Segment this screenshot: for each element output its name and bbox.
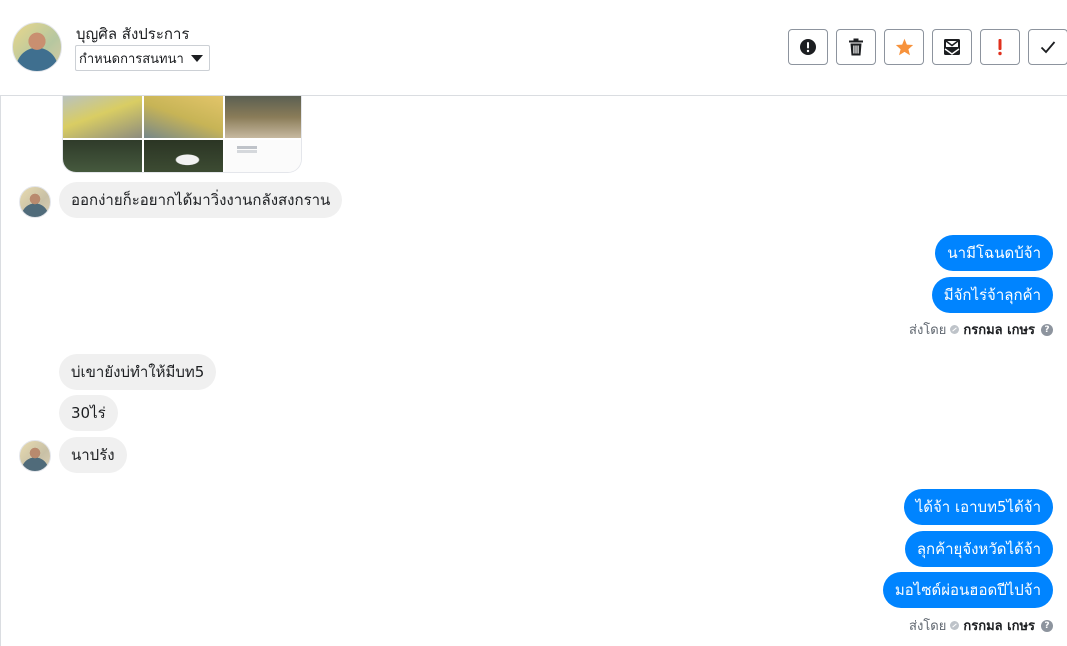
incoming-message[interactable]: 30ไร่ [59, 395, 118, 431]
exclamation-circle-icon [800, 39, 816, 55]
attachment-photo[interactable] [225, 140, 301, 172]
conversation-header: บุญศิล สังประการ กำหนดการสนทนา [0, 0, 1067, 96]
done-button[interactable] [1028, 29, 1067, 65]
image-attachment-grid[interactable] [62, 96, 302, 173]
attachment-photo[interactable] [63, 96, 142, 138]
attachment-photo[interactable] [144, 140, 223, 172]
checkmark-icon [1040, 41, 1056, 54]
assign-conversation-dropdown[interactable]: กำหนดการสนทนา [75, 45, 210, 71]
incoming-message[interactable]: บ่เขายังบ่ทำให้มีบท5 [59, 354, 217, 390]
archive-button[interactable] [932, 29, 972, 65]
agent-status-icon [950, 325, 960, 334]
outgoing-message[interactable]: ได้จ้า เอาบท5ได้จ้า [903, 489, 1053, 525]
exclamation-mark-icon [998, 39, 1002, 56]
outgoing-message[interactable]: มอไซด์ผ่อนฮอดปีไปจ้า [882, 572, 1053, 608]
sent-by-agent[interactable]: กรกมล เกษร [963, 319, 1035, 340]
panel-divider [0, 96, 1, 646]
attachment-photo[interactable] [144, 96, 223, 138]
attachment-photo[interactable] [63, 140, 142, 172]
archive-mail-icon [944, 39, 960, 55]
sent-by-line: ส่งโดย กรกมล เกษร ? [909, 319, 1053, 340]
attachment-photo[interactable] [225, 96, 301, 138]
sent-by-agent[interactable]: กรกมล เกษร [963, 615, 1035, 636]
delete-button[interactable] [836, 29, 876, 65]
sent-by-line: ส่งโดย กรกมล เกษร ? [909, 615, 1053, 636]
star-icon [895, 38, 913, 56]
sent-by-prefix: ส่งโดย [909, 323, 947, 338]
sent-by-prefix: ส่งโดย [909, 619, 947, 634]
trash-icon [849, 38, 863, 56]
incoming-message[interactable]: ออกง่ายก็ะอยากได้มาวิ่งงานกลังสงกราน [59, 182, 343, 218]
star-button[interactable] [884, 29, 924, 65]
incoming-message[interactable]: นาปรัง [59, 437, 127, 473]
assign-conversation-label: กำหนดการสนทนา [79, 51, 184, 67]
outgoing-message[interactable]: นามีโฉนดบ้จ้า [935, 235, 1053, 271]
spam-button[interactable] [788, 29, 828, 65]
agent-status-icon [950, 621, 960, 630]
follow-up-button[interactable] [980, 29, 1020, 65]
outgoing-message[interactable]: มีจักไร่จ้าลุกค้า [931, 277, 1053, 313]
outgoing-message[interactable]: ลุกค้ายุจังหวัดได้จ้า [904, 531, 1053, 567]
contact-name[interactable]: บุญศิล สังประการ [76, 22, 189, 46]
contact-avatar-small[interactable] [19, 186, 51, 218]
help-icon[interactable]: ? [1041, 323, 1053, 336]
help-icon[interactable]: ? [1041, 619, 1053, 632]
contact-avatar[interactable] [12, 22, 62, 72]
contact-avatar-small[interactable] [19, 440, 51, 472]
caret-down-icon [190, 54, 203, 62]
